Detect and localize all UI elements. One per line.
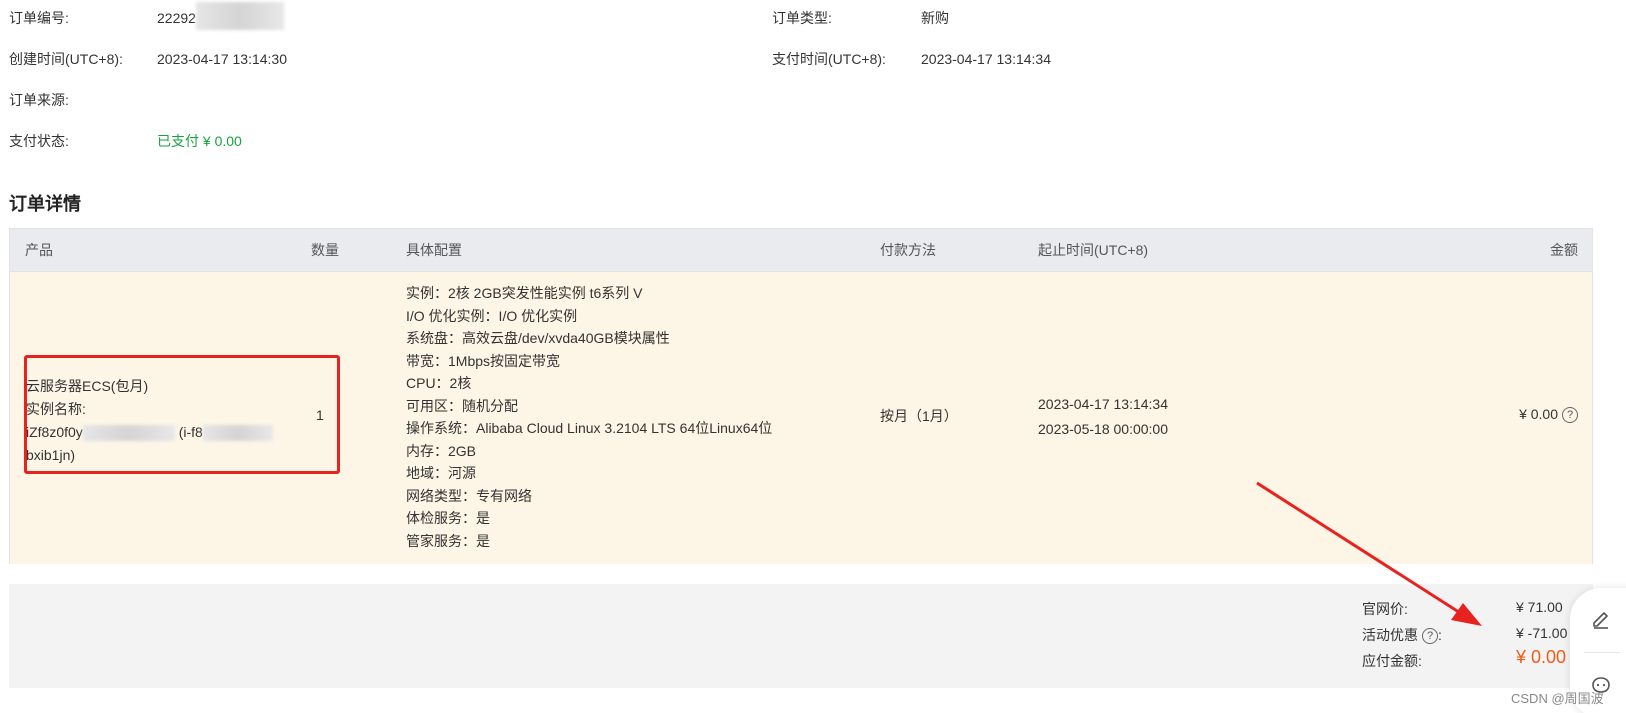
amount-value: ¥ 0.00 bbox=[1519, 406, 1558, 422]
period-end: 2023-05-18 00:00:00 bbox=[1038, 421, 1168, 437]
quantity-cell: 1 bbox=[316, 407, 324, 423]
order-number-text: 22292 bbox=[157, 10, 196, 26]
config-cell: 实例：2核 2GB突发性能实例 t6系列 V I/O 优化实例：I/O 优化实例… bbox=[406, 282, 846, 552]
period-start: 2023-04-17 13:14:34 bbox=[1038, 396, 1168, 412]
discount-label: 活动优惠 bbox=[1362, 627, 1418, 643]
redacted-block bbox=[202, 425, 273, 442]
config-line: 网络类型：专有网络 bbox=[406, 487, 532, 504]
order-details-title: 订单详情 bbox=[9, 194, 81, 214]
created-time-row: 创建时间(UTC+8): 2023-04-17 13:14:30 bbox=[9, 49, 709, 69]
instance-id-suffix: bxib1jn) bbox=[26, 447, 76, 463]
created-time-value: 2023-04-17 13:14:30 bbox=[157, 51, 287, 67]
product-cell: 云服务器ECS(包月) 实例名称: iZf8z0f0y (i-f8 bxib1j… bbox=[26, 375, 296, 467]
discount-value: ¥ -71.00 bbox=[1516, 625, 1568, 641]
pay-status-label: 支付状态: bbox=[9, 133, 69, 149]
paid-time-row: 支付时间(UTC+8): 2023-04-17 13:14:34 bbox=[772, 49, 1172, 69]
order-number-row: 订单编号: 22292 bbox=[9, 2, 709, 31]
config-line: 内存：2GB bbox=[406, 442, 477, 459]
order-source-row: 订单来源: bbox=[9, 90, 709, 110]
config-line: 系统盘：高效云盘/dev/xvda40GB模块属性 bbox=[406, 330, 670, 346]
config-line: CPU：2核 bbox=[406, 375, 472, 391]
toolbar-divider bbox=[1584, 652, 1620, 653]
payment-cell: 按月（1月） bbox=[880, 408, 958, 424]
edit-button[interactable] bbox=[1570, 594, 1626, 644]
config-line: 操作系统：Alibaba Cloud Linux 3.2104 LTS 64位L… bbox=[406, 420, 773, 436]
list-price-label: 官网价: bbox=[1362, 601, 1408, 617]
header-config: 具体配置 bbox=[406, 242, 462, 258]
instance-id-prefix: iZf8z0f0y bbox=[26, 424, 83, 440]
product-name: 云服务器ECS(包月) bbox=[26, 378, 149, 394]
header-quantity: 数量 bbox=[311, 242, 339, 258]
edit-icon bbox=[1593, 612, 1608, 629]
order-source-label: 订单来源: bbox=[9, 92, 69, 108]
csdn-watermark: CSDN @周国波 bbox=[1511, 691, 1604, 706]
header-product: 产品 bbox=[25, 242, 53, 258]
instance-label: 实例名称: bbox=[26, 401, 86, 417]
header-amount: 金额 bbox=[1550, 242, 1578, 258]
paid-time-label: 支付时间(UTC+8): bbox=[772, 51, 886, 67]
config-line: 带宽：1Mbps按固定带宽 bbox=[406, 352, 561, 369]
config-line: I/O 优化实例：I/O 优化实例 bbox=[406, 307, 578, 324]
config-line: 可用区：随机分配 bbox=[406, 397, 518, 414]
period-cell: 2023-04-17 13:14:34 2023-05-18 00:00:00 bbox=[1038, 392, 1168, 442]
order-type-value: 新购 bbox=[921, 10, 949, 26]
instance-id: iZf8z0f0y (i-f8 bbox=[26, 421, 296, 444]
config-line: 体检服务：是 bbox=[406, 510, 490, 526]
order-details-table: 产品 数量 具体配置 付款方法 起止时间(UTC+8) 金额 云服务器ECS(包… bbox=[9, 228, 1593, 564]
instance-id-mid: (i-f8 bbox=[178, 424, 203, 440]
order-type-label: 订单类型: bbox=[772, 10, 832, 26]
paid-time-value: 2023-04-17 13:14:34 bbox=[921, 51, 1051, 67]
pay-status-row: 支付状态: 已支付 ¥ 0.00 bbox=[9, 131, 709, 151]
table-header: 产品 数量 具体配置 付款方法 起止时间(UTC+8) 金额 bbox=[10, 229, 1592, 272]
header-payment: 付款方法 bbox=[880, 242, 936, 258]
help-icon[interactable]: ? bbox=[1422, 628, 1438, 645]
amount-cell: ¥ 0.00? bbox=[1519, 406, 1578, 424]
config-line: 地域：河源 bbox=[406, 465, 476, 481]
config-line: 实例：2核 2GB突发性能实例 t6系列 V bbox=[406, 285, 643, 301]
redacted-block bbox=[195, 2, 284, 31]
price-summary: 官网价: ¥ 71.00 活动优惠?: ¥ -71.00 应付金额: ¥ 0.0… bbox=[9, 584, 1593, 688]
created-time-label: 创建时间(UTC+8): bbox=[9, 51, 123, 67]
discount-colon: : bbox=[1438, 627, 1442, 643]
list-price-value: ¥ 71.00 bbox=[1516, 599, 1563, 615]
help-icon[interactable]: ? bbox=[1562, 407, 1578, 424]
header-period: 起止时间(UTC+8) bbox=[1038, 242, 1149, 258]
due-label: 应付金额: bbox=[1362, 653, 1422, 669]
due-value: ¥ 0.00 bbox=[1516, 647, 1567, 667]
redacted-block bbox=[82, 425, 175, 442]
table-row: 云服务器ECS(包月) 实例名称: iZf8z0f0y (i-f8 bxib1j… bbox=[10, 272, 1592, 564]
order-number-value: 22292 bbox=[157, 2, 284, 31]
discount-label-wrap: 活动优惠?: bbox=[1362, 625, 1442, 645]
order-number-label: 订单编号: bbox=[9, 10, 69, 26]
config-line: 管家服务：是 bbox=[406, 532, 490, 549]
order-type-row: 订单类型: 新购 bbox=[772, 8, 1172, 28]
pay-status-value: 已支付 ¥ 0.00 bbox=[157, 133, 242, 149]
